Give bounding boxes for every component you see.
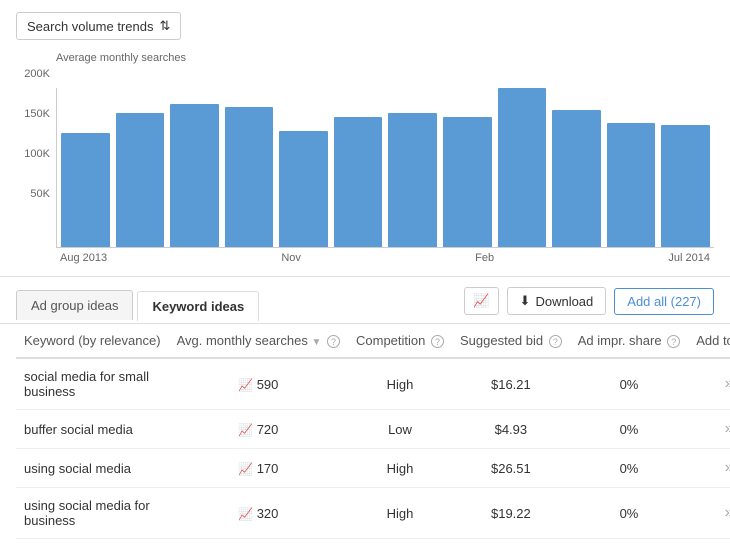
add-to-plan-icon[interactable]: » (725, 375, 730, 392)
y-tick-50k: 50K (30, 188, 50, 200)
impr-cell: 0% (570, 358, 688, 410)
keyword-cell: using social media for business (16, 488, 169, 539)
x-label-aug: Aug 2013 (60, 252, 107, 264)
impr-cell: 0% (570, 449, 688, 488)
monthly-cell: 📈 590 (169, 358, 348, 410)
col-header-bid[interactable]: Suggested bid ? (452, 324, 570, 358)
tabs-right: 📈 ⬇ Download Add all (227) (464, 287, 714, 323)
add-to-plan-icon[interactable]: » (725, 459, 730, 476)
impr-cell: 0% (570, 488, 688, 539)
x-axis: Aug 2013 Nov Feb Jul 2014 (16, 252, 714, 264)
download-icon: ⬇ (520, 293, 531, 309)
trend-mini-icon[interactable]: 📈 (238, 378, 253, 392)
chart-bar (661, 125, 710, 247)
competition-cell: High (348, 358, 452, 410)
chart-bar (170, 104, 219, 247)
competition-cell: High (348, 449, 452, 488)
chart-header: Search volume trends ⇅ (16, 12, 714, 40)
bid-cell: $16.21 (452, 358, 570, 410)
add-cell: » (688, 488, 730, 539)
download-button[interactable]: ⬇ Download (507, 287, 607, 315)
add-cell: » (688, 410, 730, 449)
chart-bar (388, 113, 437, 247)
bid-cell: $4.93 (452, 410, 570, 449)
dropdown-arrow-icon: ⇅ (159, 18, 170, 34)
keyword-cell: buffer social media (16, 410, 169, 449)
table-row: using social media for business 📈 320 Hi… (16, 488, 730, 539)
table-header-row: Keyword (by relevance) Avg. monthly sear… (16, 324, 730, 358)
table-body: social media for small business 📈 590 Hi… (16, 358, 730, 539)
trend-mini-icon[interactable]: 📈 (238, 507, 253, 521)
keyword-cell: social media for small business (16, 358, 169, 410)
x-label-jul: Jul 2014 (668, 252, 710, 264)
col-header-monthly[interactable]: Avg. monthly searches ▼ ? (169, 324, 348, 358)
col-header-keyword: Keyword (by relevance) (16, 324, 169, 358)
add-to-plan-icon[interactable]: » (725, 504, 730, 521)
trend-chart-button[interactable]: 📈 (464, 287, 498, 315)
tabs-left: Ad group ideas Keyword ideas (16, 290, 259, 320)
add-cell: » (688, 358, 730, 410)
bid-help-icon[interactable]: ? (549, 335, 562, 348)
add-to-plan-icon[interactable]: » (725, 420, 730, 437)
table-row: buffer social media 📈 720 Low $4.93 0% » (16, 410, 730, 449)
y-axis-label: Average monthly searches (56, 52, 714, 64)
chart-area: Average monthly searches 200K 150K 100K … (16, 48, 714, 268)
monthly-cell: 📈 320 (169, 488, 348, 539)
dropdown-label: Search volume trends (27, 19, 153, 34)
chart-section: Search volume trends ⇅ Average monthly s… (0, 0, 730, 277)
impr-help-icon[interactable]: ? (667, 335, 680, 348)
monthly-cell: 📈 170 (169, 449, 348, 488)
chart-bar (225, 107, 274, 247)
col-header-impr[interactable]: Ad impr. share ? (570, 324, 688, 358)
y-axis: 200K 150K 100K 50K (16, 68, 56, 228)
table-row: social media for small business 📈 590 Hi… (16, 358, 730, 410)
chart-bar (498, 88, 547, 247)
add-cell: » (688, 449, 730, 488)
chart-container: 200K 150K 100K 50K (16, 68, 714, 248)
download-label: Download (535, 294, 593, 309)
competition-help-icon[interactable]: ? (431, 335, 444, 348)
bid-cell: $26.51 (452, 449, 570, 488)
chart-bar (334, 117, 383, 247)
tab-ad-group-ideas[interactable]: Ad group ideas (16, 290, 133, 320)
monthly-cell: 📈 720 (169, 410, 348, 449)
tab-keyword-ideas[interactable]: Keyword ideas (137, 291, 259, 321)
search-volume-dropdown[interactable]: Search volume trends ⇅ (16, 12, 181, 40)
bid-cell: $19.22 (452, 488, 570, 539)
table-section: Keyword (by relevance) Avg. monthly sear… (0, 324, 730, 555)
monthly-sort-icon: ▼ (311, 337, 321, 348)
chart-bar (116, 113, 165, 247)
x-label-feb: Feb (475, 252, 494, 264)
chart-bar (61, 133, 110, 247)
y-tick-150k: 150K (24, 108, 50, 120)
chart-bar (279, 131, 328, 247)
col-header-add: Add to plan (688, 324, 730, 358)
keyword-cell: using social media (16, 449, 169, 488)
tabs-section: Ad group ideas Keyword ideas 📈 ⬇ Downloa… (0, 277, 730, 324)
trend-chart-icon: 📈 (473, 293, 489, 309)
x-labels: Aug 2013 Nov Feb Jul 2014 (56, 252, 714, 264)
competition-cell: High (348, 488, 452, 539)
y-tick-100k: 100K (24, 148, 50, 160)
trend-mini-icon[interactable]: 📈 (238, 423, 253, 437)
x-label-nov: Nov (281, 252, 301, 264)
col-header-competition[interactable]: Competition ? (348, 324, 452, 358)
keywords-table: Keyword (by relevance) Avg. monthly sear… (16, 324, 730, 539)
chart-bar (443, 117, 492, 247)
table-row: using social media 📈 170 High $26.51 0% … (16, 449, 730, 488)
add-all-button[interactable]: Add all (227) (614, 288, 714, 315)
y-tick-200k: 200K (24, 68, 50, 80)
chart-bar (607, 123, 656, 247)
monthly-help-icon[interactable]: ? (327, 335, 340, 348)
competition-cell: Low (348, 410, 452, 449)
impr-cell: 0% (570, 410, 688, 449)
bars-wrapper (56, 88, 714, 248)
trend-mini-icon[interactable]: 📈 (238, 462, 253, 476)
chart-bar (552, 110, 601, 247)
